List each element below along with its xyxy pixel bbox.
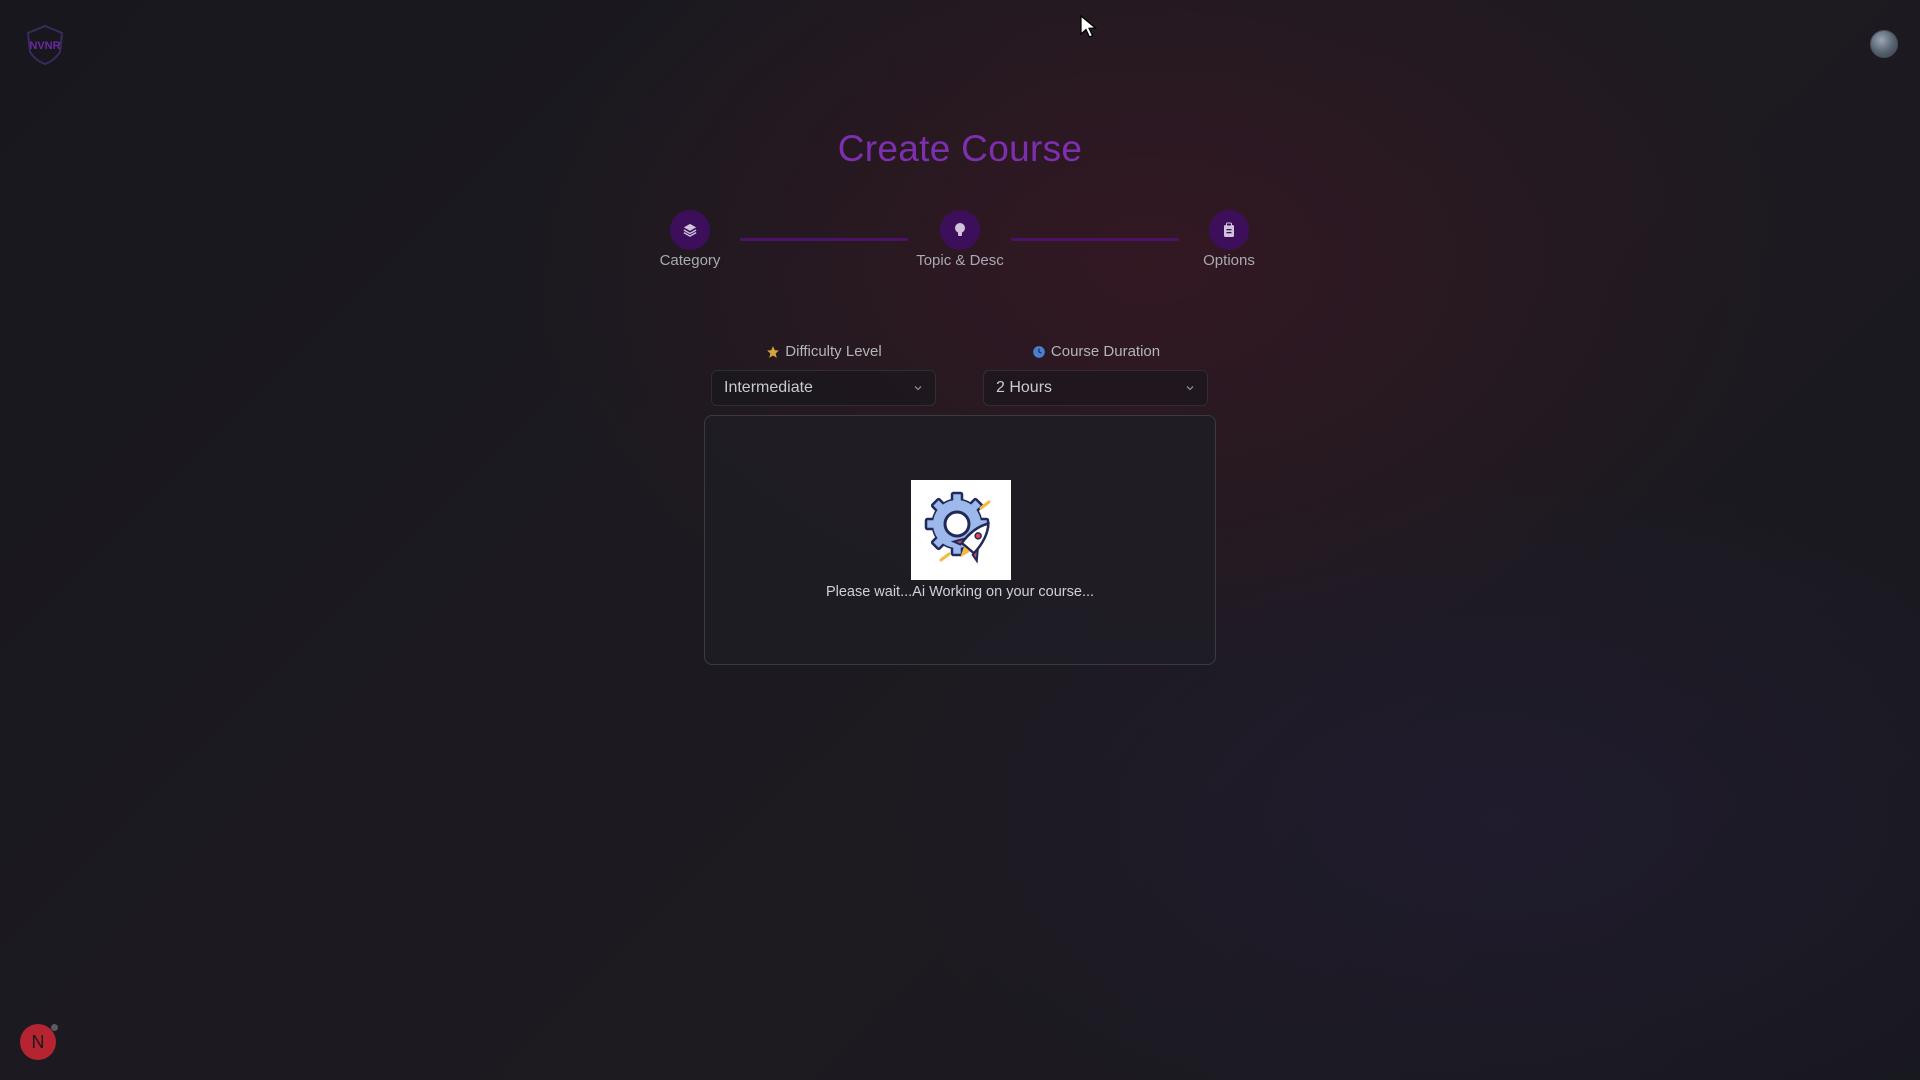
step-connector <box>740 238 908 241</box>
difficulty-label-text: Difficulty Level <box>785 343 882 360</box>
mouse-cursor-icon <box>1080 15 1098 38</box>
step-options[interactable] <box>1209 210 1249 250</box>
step-label-topic: Topic & Desc <box>916 252 1004 269</box>
difficulty-label: Difficulty Level <box>711 343 937 360</box>
step-category[interactable] <box>670 210 710 250</box>
dev-indicator-button[interactable]: N <box>20 1024 58 1060</box>
step-label-options: Options <box>1203 252 1255 269</box>
clipboard-icon <box>1224 222 1234 237</box>
difficulty-value: Intermediate <box>724 379 813 396</box>
star-icon <box>767 345 780 358</box>
stepper: Category Topic & Desc Options <box>0 0 1920 280</box>
clock-icon <box>1033 345 1045 358</box>
chevron-down-icon <box>914 386 922 391</box>
duration-select[interactable]: 2 Hours <box>983 370 1208 406</box>
loading-dialog: Please wait...Ai Working on your course.… <box>704 415 1216 665</box>
dev-indicator-letter: N <box>31 1031 45 1052</box>
lightbulb-icon <box>955 223 965 236</box>
duration-value: 2 Hours <box>996 379 1053 396</box>
chevron-down-icon <box>1186 386 1194 391</box>
step-connector <box>1011 238 1179 241</box>
difficulty-select[interactable]: Intermediate <box>711 370 936 406</box>
loading-message: Please wait...Ai Working on your course.… <box>825 584 1095 600</box>
duration-label: Course Duration <box>983 343 1209 360</box>
gear-rocket-icon <box>911 480 1011 580</box>
dev-indicator-dot <box>51 1024 58 1031</box>
layers-icon <box>683 223 697 237</box>
duration-label-text: Course Duration <box>1050 343 1161 360</box>
step-topic[interactable] <box>940 210 980 250</box>
step-label-category: Category <box>659 252 721 269</box>
